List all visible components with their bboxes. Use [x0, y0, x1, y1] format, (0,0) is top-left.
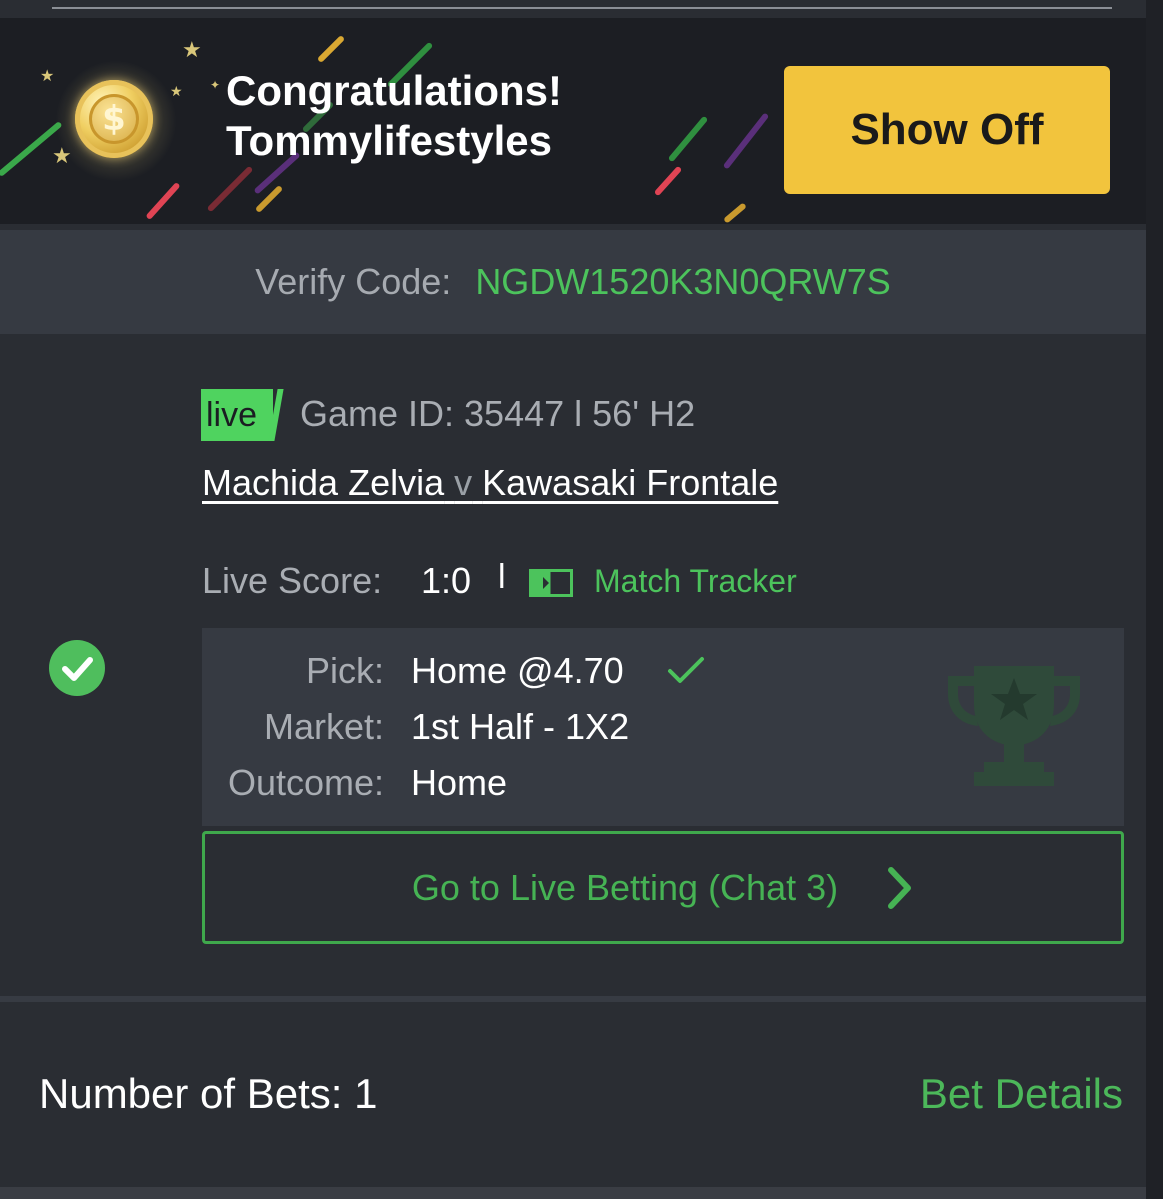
coin-dollar-icon: $ [55, 60, 177, 182]
confetti-streak [145, 181, 181, 221]
confetti-streak [722, 112, 770, 170]
coin-inner: $ [89, 94, 139, 144]
confetti-streak [723, 202, 747, 224]
coin-symbol: $ [102, 99, 126, 139]
won-check-icon [49, 640, 105, 696]
checkmark-icon [62, 657, 93, 681]
congrats-line1: Congratulations! [226, 67, 562, 114]
star-icon: ★ [40, 66, 55, 85]
outcome-value: Home [411, 762, 508, 803]
show-off-button[interactable]: Show Off [784, 66, 1110, 194]
verify-code-bar: Verify Code: NGDW1520K3N0QRW7S [0, 230, 1146, 334]
congrats-banner: ★ ★ ★ ★ ✦ $ Congratulations! Tommylifest… [0, 18, 1163, 224]
go-live-label: Go to Live Betting (Chat 3) [411, 866, 839, 908]
game-info: Game ID: 35447 l 56' H2 [300, 393, 696, 434]
home-team: Machida Zelvia [202, 462, 445, 503]
confetti-streak [206, 165, 254, 213]
chevron-right-icon [888, 866, 912, 909]
number-of-bets: Number of Bets: 1 [39, 1070, 378, 1117]
star-icon: ★ [182, 38, 202, 63]
confetti-streak [316, 34, 346, 64]
go-to-live-betting-button[interactable]: Go to Live Betting (Chat 3) [202, 831, 1124, 944]
match-tracker-link[interactable]: Match Tracker [594, 563, 797, 600]
match-link[interactable]: Machida Zelvia v Kawasaki Frontale [202, 462, 778, 504]
outcome-label: Outcome: [227, 762, 384, 803]
live-score-value: 1:0 [421, 560, 472, 601]
star-icon: ✦ [210, 78, 221, 92]
market-label: Market: [263, 706, 384, 747]
score-separator: l [498, 558, 506, 596]
pick-won-check-icon [668, 657, 704, 683]
congrats-username: Tommylifestyles [226, 117, 553, 164]
pick-value: Home @4.70 [411, 650, 624, 691]
verify-code-label: Verify Code: [255, 261, 452, 302]
bet-details-link[interactable]: Bet Details [920, 1070, 1123, 1118]
confetti-streak [653, 165, 683, 197]
trophy-icon [948, 666, 1080, 786]
live-score-label: Live Score: [202, 560, 383, 601]
bottom-band [0, 1187, 1146, 1199]
congrats-title: Congratulations! Tommylifestyles [226, 66, 562, 166]
live-badge: live [201, 389, 273, 441]
away-team: Kawasaki Frontale [482, 462, 779, 503]
market-value: 1st Half - 1X2 [411, 706, 630, 747]
pick-label: Pick: [305, 650, 384, 691]
coin-face: $ [75, 80, 153, 158]
top-divider [52, 7, 1112, 9]
scrollbar-track[interactable] [1146, 0, 1163, 1199]
match-tracker-icon[interactable] [529, 569, 573, 597]
confetti-streak [667, 115, 709, 163]
versus-label: v [454, 462, 473, 503]
verify-code-value: NGDW1520K3N0QRW7S [475, 261, 891, 302]
